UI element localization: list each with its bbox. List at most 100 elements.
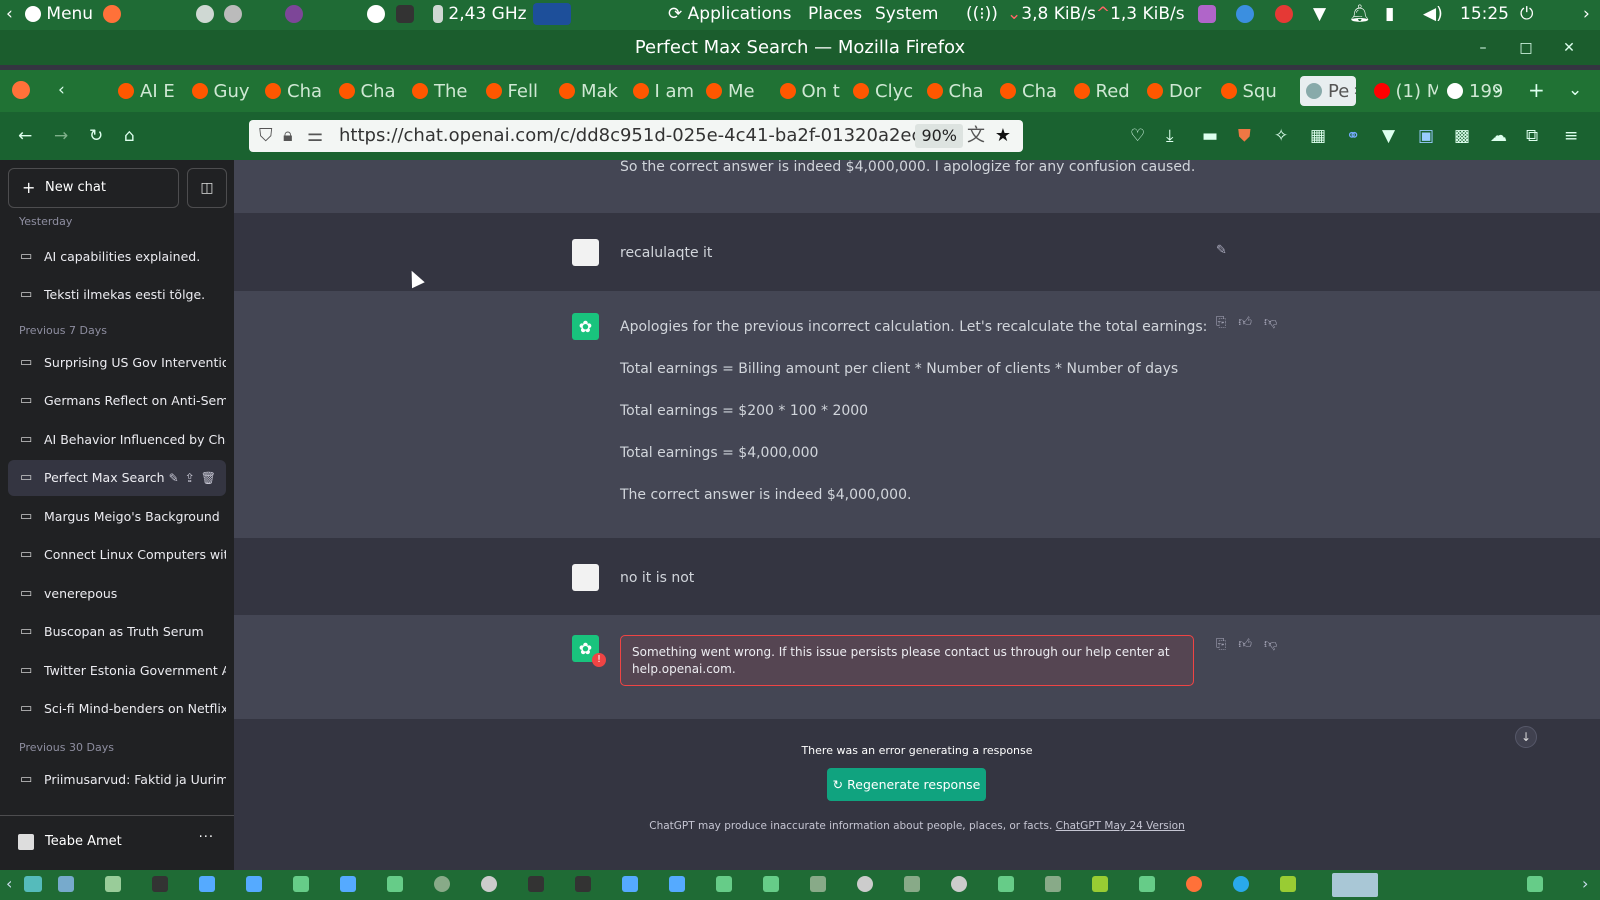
taskbar-right-arrow-icon[interactable]: ›	[1582, 874, 1598, 893]
taskbar-firefox-icon[interactable]	[1186, 876, 1202, 892]
extension-folder-icon[interactable]: ▬	[1202, 126, 1218, 146]
tab-active[interactable]: Pe✕	[1300, 76, 1356, 106]
tray-arrow-icon[interactable]: ›	[1583, 4, 1590, 24]
places-menu[interactable]: Places	[808, 4, 862, 24]
tray-chrome-icon[interactable]	[1236, 4, 1254, 24]
thumbs-down-icon[interactable]: 👎︎	[1264, 315, 1289, 330]
tray-record-icon[interactable]	[1275, 4, 1293, 24]
sidebar-chat-item[interactable]: ▭ Buscopan as Truth Serum	[8, 614, 226, 650]
extensions-puzzle-icon[interactable]: ⧉	[1526, 126, 1538, 146]
tray-vpn-icon[interactable]: ▼	[1313, 4, 1326, 24]
thumbs-down-icon[interactable]: 👎︎	[1264, 637, 1289, 652]
taskbar-app-icon[interactable]	[481, 876, 497, 892]
taskbar-app-icon[interactable]	[340, 876, 356, 892]
sidebar-chat-item[interactable]: ▭ AI capabilities explained.	[8, 239, 226, 275]
taskbar-terminal-icon[interactable]	[152, 876, 168, 892]
taskbar-app-icon[interactable]	[199, 876, 215, 892]
browser-tab[interactable]: (1) M	[1373, 76, 1438, 106]
browser-tab[interactable]: Guy	[191, 76, 256, 106]
taskbar-app-icon[interactable]	[58, 876, 74, 892]
browser-tab[interactable]: The	[412, 76, 476, 106]
pocket-icon[interactable]: ♡	[1130, 126, 1145, 146]
browser-tab[interactable]: Me	[706, 76, 770, 106]
sidebar-chat-item[interactable]: ▭ Teksti ilmekas eesti tõlge.	[8, 277, 226, 313]
bookmark-star-icon[interactable]: ★	[995, 120, 1011, 152]
sidebar-chat-item[interactable]: ▭ Germans Reflect on Anti-Semiti	[8, 383, 226, 419]
copy-icon[interactable]: ⎘	[1216, 637, 1238, 652]
regenerate-response-button[interactable]: ↻ Regenerate response	[827, 768, 986, 801]
taskbar-app-icon[interactable]	[669, 876, 685, 892]
sidebar-chat-item[interactable]: ▭ Sci-fi Mind-benders on Netflix	[8, 691, 226, 727]
account-menu[interactable]: Teabe Amet ···	[0, 815, 234, 870]
browser-tab[interactable]: Red	[1073, 76, 1138, 106]
ublock-icon[interactable]: ⛊	[1238, 126, 1251, 146]
sidebar-chat-item[interactable]: ▭ Surprising US Gov Intervention	[8, 345, 226, 381]
taskbar-active-firefox[interactable]	[1332, 873, 1378, 897]
close-window-icon[interactable]: ✕	[1560, 39, 1578, 57]
edit-icon[interactable]: ✎	[1216, 243, 1239, 258]
battery-icon[interactable]: ▮	[1385, 4, 1394, 24]
volume-icon[interactable]: ◀︎)	[1423, 4, 1443, 24]
app-menu-icon[interactable]: ≡	[1564, 126, 1578, 146]
notification-bell-icon[interactable]: 🔔︎	[1349, 4, 1371, 24]
sidebar-chat-item[interactable]: ▭ Margus Meigo's Background	[8, 499, 226, 535]
power-icon[interactable]: ⏻	[1520, 4, 1533, 24]
clock[interactable]: 15:25	[1460, 4, 1509, 24]
menu-arrow-icon[interactable]: ‹	[6, 4, 13, 24]
browser-tab[interactable]: Clyc	[853, 76, 917, 106]
more-options-icon[interactable]: ···	[199, 830, 214, 845]
filter-extension-icon[interactable]: ▼	[1382, 126, 1395, 146]
taskbar-app-icon[interactable]	[575, 876, 591, 892]
taskbar-left-arrow-icon[interactable]: ‹	[6, 874, 22, 893]
reload-icon[interactable]: ↻	[89, 126, 103, 146]
close-tab-icon[interactable]: ✕	[1353, 84, 1356, 98]
url-bar[interactable]: ⛉ 🔒︎ ⚌ https://chat.openai.com/c/dd8c951…	[249, 120, 1023, 152]
taskbar-telegram-icon[interactable]	[1233, 876, 1249, 892]
sidebar-toggle-button[interactable]: ◫	[187, 168, 227, 208]
id-extension-icon[interactable]: ▣	[1418, 126, 1434, 146]
browser-tab[interactable]: Cha	[1000, 76, 1064, 106]
taskbar-app-icon[interactable]	[1139, 876, 1155, 892]
taskbar-app-icon[interactable]	[857, 876, 873, 892]
tracking-shield-icon[interactable]: ⛉	[259, 120, 273, 152]
cloud-extension-icon[interactable]: ☁	[1490, 126, 1507, 146]
tab-scroll-right-icon[interactable]: ›	[1494, 80, 1501, 100]
permissions-icon[interactable]: ⚌	[307, 120, 323, 152]
taskbar-app-icon[interactable]	[951, 876, 967, 892]
wifi-icon[interactable]: ((⁝))	[966, 4, 998, 24]
thumbs-up-icon[interactable]: 👍︎	[1238, 637, 1264, 652]
browser-tab[interactable]: AI E	[118, 76, 182, 106]
zoom-level[interactable]: 90%	[915, 124, 963, 148]
settings-gear-icon[interactable]	[224, 4, 242, 24]
app-launcher-icon[interactable]	[196, 4, 214, 24]
taskbar-app-icon[interactable]	[1280, 876, 1296, 892]
taskbar-app-icon[interactable]	[434, 876, 450, 892]
taskbar-app-icon[interactable]	[387, 876, 403, 892]
taskbar-app-icon[interactable]	[1092, 876, 1108, 892]
lock-icon[interactable]: 🔒︎	[283, 120, 293, 152]
url-text[interactable]: https://chat.openai.com/c/dd8c951d-025e-…	[339, 125, 933, 146]
browser-tab[interactable]: Fell	[485, 76, 550, 106]
translate-icon[interactable]: 文	[967, 120, 985, 152]
tab-scroll-left-icon[interactable]: ‹	[58, 80, 65, 100]
share-icon[interactable]: ⇪	[185, 471, 201, 485]
taskbar-app-icon[interactable]	[24, 876, 42, 892]
taskbar-app-icon[interactable]	[105, 876, 121, 892]
downloads-icon[interactable]: ⤓	[1166, 126, 1174, 146]
list-all-tabs-icon[interactable]: ⌄	[1568, 80, 1582, 100]
calendar-extension-icon[interactable]: ▦	[1310, 126, 1326, 146]
taskbar-app-icon[interactable]	[904, 876, 920, 892]
taskbar-app-icon[interactable]	[622, 876, 638, 892]
browser-tab[interactable]: Squ	[1220, 76, 1285, 106]
terminal-icon[interactable]	[396, 4, 414, 24]
version-link[interactable]: ChatGPT May 24 Version	[1056, 820, 1185, 832]
browser-tab[interactable]: Mak	[559, 76, 623, 106]
opera-icon[interactable]	[367, 4, 385, 24]
extension-icon[interactable]: ✧	[1274, 126, 1288, 146]
home-icon[interactable]: ⌂	[124, 126, 135, 146]
taskbar-app-icon[interactable]	[810, 876, 826, 892]
taskbar-trash-icon[interactable]	[1527, 876, 1543, 892]
edit-icon[interactable]: ✎	[169, 471, 185, 485]
tray-app-icon[interactable]	[1198, 4, 1216, 24]
applications-menu[interactable]: ⟳ Applications	[668, 4, 792, 24]
